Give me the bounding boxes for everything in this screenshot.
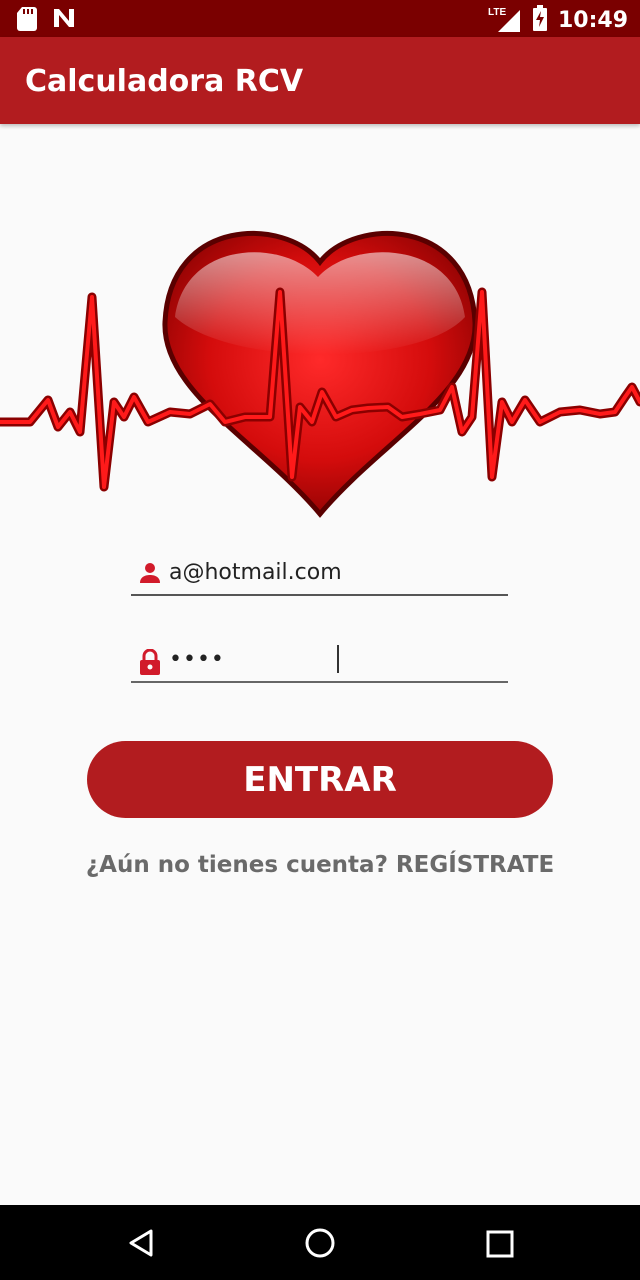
- status-time: 10:49: [557, 8, 628, 33]
- network-type-label: LTE: [487, 6, 507, 18]
- email-field[interactable]: [131, 550, 508, 596]
- notification-app-icon: [52, 7, 76, 36]
- text-cursor: [337, 645, 339, 673]
- email-input[interactable]: [169, 554, 499, 590]
- home-icon[interactable]: [303, 1226, 337, 1265]
- login-button[interactable]: ENTRAR: [87, 741, 553, 818]
- app-bar: Calculadora RCV: [0, 37, 640, 124]
- person-icon: [139, 562, 161, 589]
- signal-icon: LTE: [488, 7, 522, 34]
- register-link[interactable]: ¿Aún no tienes cuenta? REGÍSTRATE: [0, 852, 640, 878]
- password-input[interactable]: [169, 641, 499, 677]
- status-bar: LTE 10:49: [0, 0, 640, 37]
- password-field[interactable]: [131, 637, 508, 683]
- sd-card-icon: [16, 7, 38, 36]
- lock-icon: [139, 648, 161, 680]
- heart-heartbeat-logo: [0, 222, 640, 522]
- navigation-bar: [0, 1205, 640, 1280]
- battery-charging-icon: [532, 5, 548, 36]
- back-icon[interactable]: [126, 1228, 156, 1263]
- app-title: Calculadora RCV: [25, 64, 304, 99]
- recents-icon[interactable]: [486, 1230, 514, 1263]
